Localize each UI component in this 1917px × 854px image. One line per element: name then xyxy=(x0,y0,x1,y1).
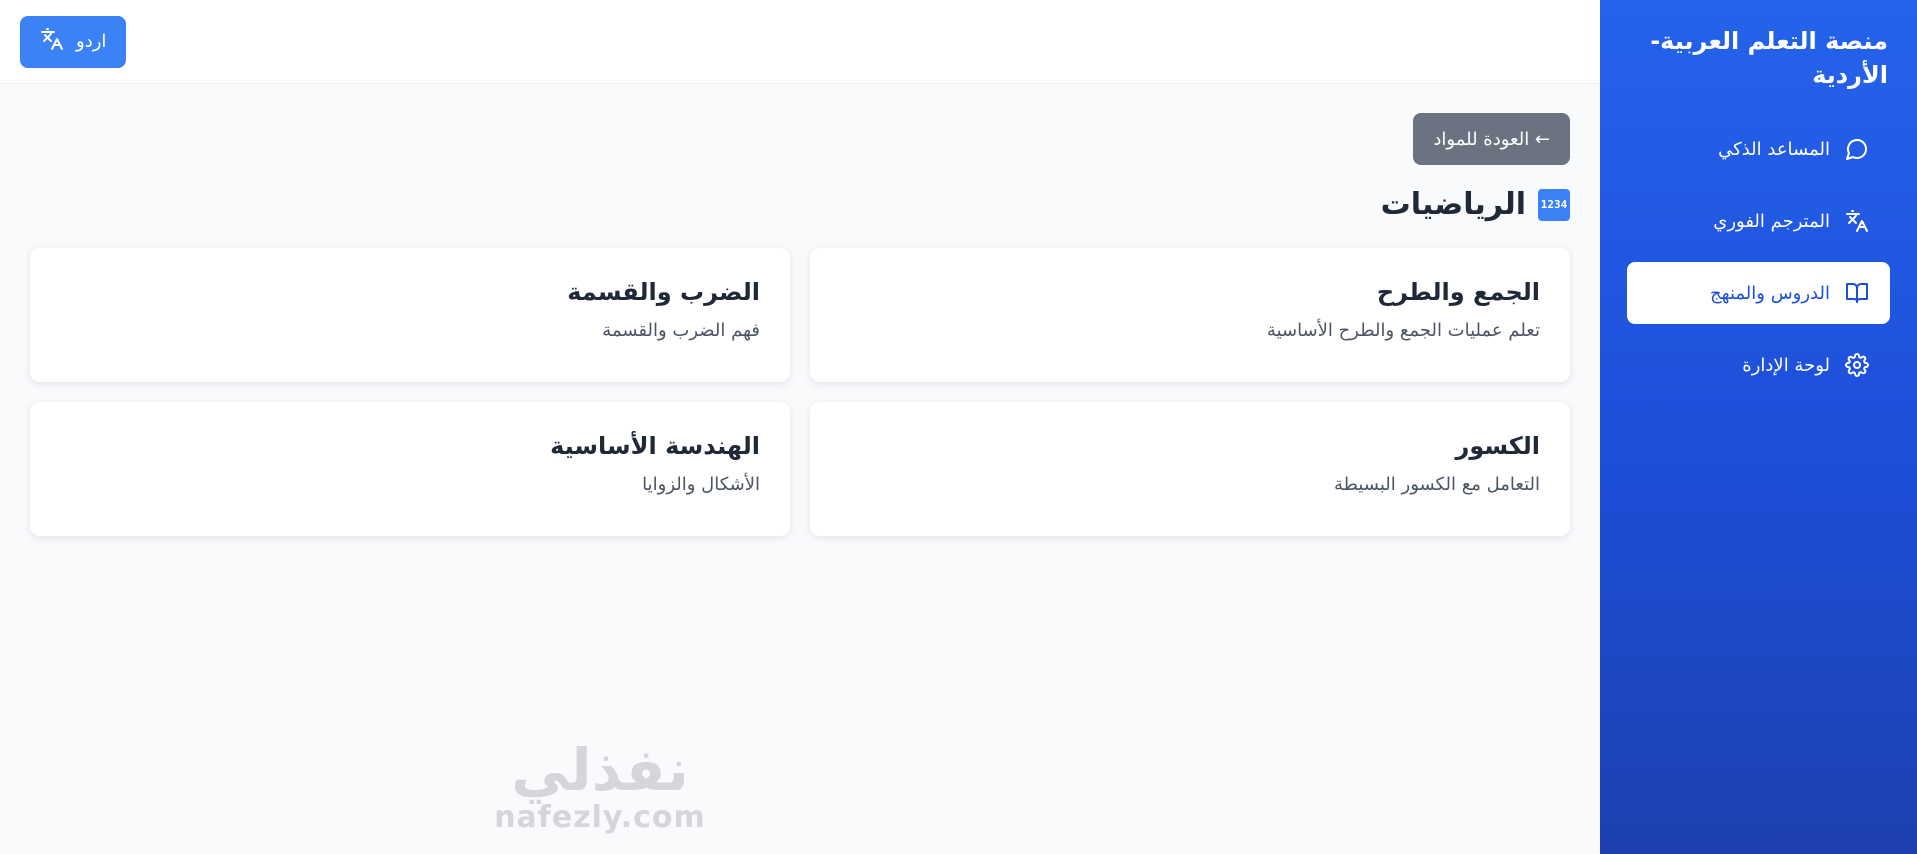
back-to-subjects-button[interactable]: ← العودة للمواد xyxy=(1413,113,1570,165)
top-bar: اردو xyxy=(0,0,1600,84)
main-area: اردو ← العودة للمواد 1234 الرياضيات الجم… xyxy=(0,0,1600,854)
sidebar-item-label: المترجم الفوري xyxy=(1713,210,1830,232)
lesson-card[interactable]: الضرب والقسمة فهم الضرب والقسمة xyxy=(30,248,790,382)
app-title: منصة التعلم العربية-الأردية xyxy=(1650,27,1888,89)
lesson-title: الضرب والقسمة xyxy=(567,278,760,306)
lesson-description: فهم الضرب والقسمة xyxy=(602,320,760,341)
watermark-logo: نفذلي nafezly.com xyxy=(480,740,720,835)
lesson-card[interactable]: الكسور التعامل مع الكسور البسيطة xyxy=(810,402,1570,536)
language-switch-button[interactable]: اردو xyxy=(20,15,127,68)
lesson-title: الكسور xyxy=(1455,432,1540,460)
lessons-grid: الجمع والطرح تعلم عمليات الجمع والطرح ال… xyxy=(30,248,1570,536)
sidebar-item-lessons[interactable]: الدروس والمنهج xyxy=(1627,262,1890,324)
lesson-description: الأشكال والزوايا xyxy=(642,474,760,495)
subject-title: الرياضيات xyxy=(1380,187,1526,222)
translate-icon xyxy=(40,27,64,56)
lesson-card[interactable]: الهندسة الأساسية الأشكال والزوايا xyxy=(30,402,790,536)
lesson-title: الهندسة الأساسية xyxy=(550,432,760,460)
sidebar-item-ai-assistant[interactable]: المساعد الذكي xyxy=(1627,118,1890,180)
lessons-content: ← العودة للمواد 1234 الرياضيات الجمع وال… xyxy=(0,84,1600,536)
lesson-description: تعلم عمليات الجمع والطرح الأساسية xyxy=(1266,320,1540,341)
lesson-description: التعامل مع الكسور البسيطة xyxy=(1333,474,1540,495)
lesson-title: الجمع والطرح xyxy=(1376,278,1540,306)
sidebar: منصة التعلم العربية-الأردية المساعد الذك… xyxy=(1600,0,1917,854)
book-open-icon xyxy=(1844,280,1870,306)
sidebar-item-translator[interactable]: المترجم الفوري xyxy=(1627,190,1890,252)
back-row: ← العودة للمواد xyxy=(30,113,1570,165)
translate-icon xyxy=(1844,208,1870,234)
numbers-icon: 1234 xyxy=(1538,188,1570,221)
sidebar-item-label: الدروس والمنهج xyxy=(1710,282,1830,304)
app-root: منصة التعلم العربية-الأردية المساعد الذك… xyxy=(0,0,1917,854)
page-title: 1234 الرياضيات xyxy=(30,187,1570,222)
sidebar-item-label: المساعد الذكي xyxy=(1718,138,1830,160)
chat-bubble-icon xyxy=(1844,136,1870,162)
watermark-arabic: نفذلي xyxy=(511,736,689,804)
gear-icon xyxy=(1844,352,1870,378)
language-label: اردو xyxy=(76,31,107,52)
sidebar-item-admin[interactable]: لوحة الإدارة xyxy=(1627,334,1890,396)
watermark-latin: nafezly.com xyxy=(494,800,706,835)
lesson-card[interactable]: الجمع والطرح تعلم عمليات الجمع والطرح ال… xyxy=(810,248,1570,382)
sidebar-item-label: لوحة الإدارة xyxy=(1742,354,1830,376)
